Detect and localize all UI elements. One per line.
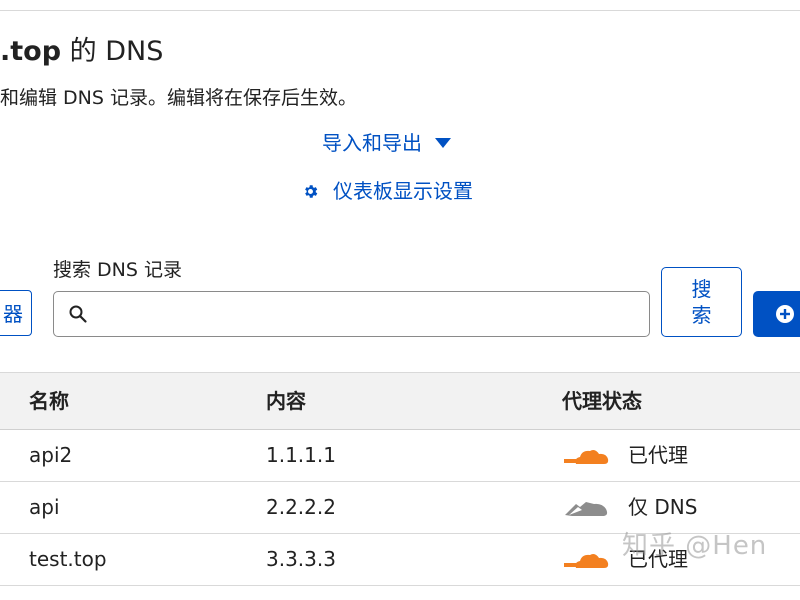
- page-title: .top 的 DNS: [0, 32, 163, 72]
- proxy-status-label: 已代理: [628, 547, 688, 571]
- search-input[interactable]: [96, 293, 649, 335]
- cloud-icon: [564, 449, 609, 464]
- column-header-proxy-status[interactable]: 代理状态: [562, 373, 642, 429]
- search-icon: [69, 305, 87, 323]
- filter-button[interactable]: 器: [0, 290, 32, 336]
- add-record-button[interactable]: [753, 291, 800, 337]
- import-export-label: 导入和导出: [322, 131, 422, 155]
- page-title-domain: .top: [0, 36, 62, 67]
- search-label: 搜索 DNS 记录: [53, 259, 182, 281]
- page-subtitle: 和编辑 DNS 记录。编辑将在保存后生效。: [0, 87, 357, 109]
- dns-records-table: 名称 内容 代理状态 api2 1.1.1.1 已代理 api 2.2.2.2 …: [0, 372, 800, 586]
- table-row[interactable]: test.top 3.3.3.3 已代理: [0, 534, 800, 586]
- import-export-link[interactable]: 导入和导出: [322, 128, 452, 158]
- record-name: api: [29, 495, 60, 519]
- search-button[interactable]: 搜索: [661, 267, 742, 337]
- cloud-icon: [564, 553, 609, 568]
- proxy-status-label: 仅 DNS: [628, 495, 698, 519]
- table-row[interactable]: api 2.2.2.2 仅 DNS: [0, 482, 800, 534]
- dashboard-settings-link[interactable]: 仪表板显示设置: [302, 176, 473, 206]
- proxy-status-label: 已代理: [628, 443, 688, 467]
- table-header: 名称 内容 代理状态: [0, 372, 800, 430]
- dashboard-settings-label: 仪表板显示设置: [333, 179, 473, 203]
- caret-down-icon: [435, 138, 451, 148]
- proxy-status: 已代理: [562, 534, 688, 585]
- record-name: api2: [29, 443, 73, 467]
- proxy-status: 仅 DNS: [562, 482, 697, 533]
- record-content: 1.1.1.1: [266, 443, 336, 467]
- record-content: 3.3.3.3: [266, 547, 336, 571]
- record-content: 2.2.2.2: [266, 495, 336, 519]
- search-field[interactable]: [53, 291, 650, 337]
- gear-icon: [305, 184, 318, 198]
- plus-circle-icon: [776, 305, 794, 323]
- record-name: test.top: [29, 547, 107, 571]
- column-header-name[interactable]: 名称: [29, 373, 69, 429]
- column-header-content[interactable]: 内容: [266, 373, 306, 429]
- cloud-icon: [565, 501, 608, 516]
- table-row[interactable]: api2 1.1.1.1 已代理: [0, 430, 800, 482]
- top-divider: [0, 10, 800, 11]
- page-title-rest: 的 DNS: [61, 36, 164, 67]
- proxy-status: 已代理: [562, 430, 688, 481]
